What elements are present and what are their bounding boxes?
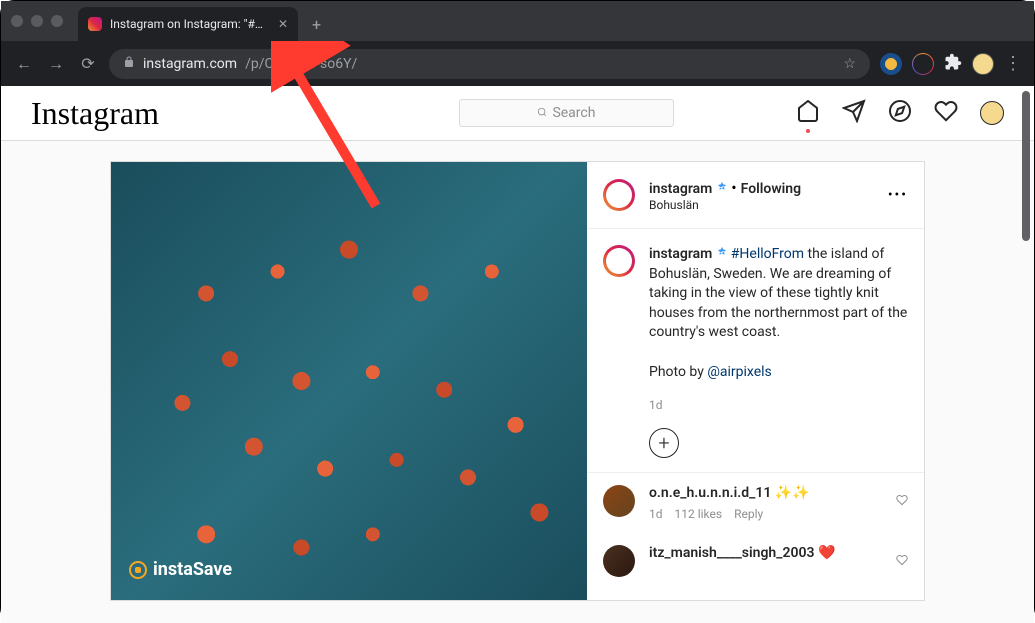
search-icon	[537, 105, 547, 121]
post-author-row: instagram • Following	[649, 178, 801, 197]
close-tab-icon[interactable]: ✕	[278, 17, 288, 31]
post-location[interactable]: Bohuslän	[649, 198, 801, 212]
instagram-logo[interactable]: Instagram	[31, 95, 159, 132]
extension-icon-1[interactable]	[880, 53, 902, 75]
scrollbar-thumb[interactable]	[1022, 91, 1030, 241]
maximize-window[interactable]	[51, 15, 63, 27]
lock-icon	[123, 56, 135, 72]
verified-badge-icon	[716, 247, 731, 261]
profile-icon[interactable]	[972, 53, 994, 75]
instagram-favicon	[88, 17, 102, 31]
url-domain: instagram.com	[143, 56, 237, 72]
post-header: instagram • Following Bohuslän •••	[587, 162, 924, 229]
post-image[interactable]: instaSave	[111, 162, 587, 600]
browser-menu-icon[interactable]: ⋮	[1004, 53, 1022, 74]
browser-chrome: Instagram on Instagram: "#Hel… ✕ + ← → ⟳…	[1, 1, 1034, 86]
back-button[interactable]: ←	[13, 54, 35, 74]
comment-text: ✨✨	[771, 485, 809, 501]
bookmark-star-icon[interactable]: ☆	[843, 56, 856, 72]
extensions-puzzle-icon[interactable]	[944, 53, 962, 75]
browser-tab[interactable]: Instagram on Instagram: "#Hel… ✕	[78, 7, 298, 41]
watermark-text: instaSave	[153, 559, 232, 580]
post-sidebar: instagram • Following Bohuslän ••• insta…	[587, 162, 924, 600]
watermark-icon	[129, 561, 147, 579]
comments-list: o.n.e_h.u.n.n.i.d_11 ✨✨ 1d 112 likes Rep…	[587, 472, 924, 589]
photo-credit-prefix: Photo by	[649, 364, 707, 380]
comment-row: o.n.e_h.u.n.n.i.d_11 ✨✨ 1d 112 likes Rep…	[587, 473, 924, 533]
photo-credit-handle[interactable]: @airpixels	[707, 364, 771, 380]
like-comment-icon[interactable]	[896, 551, 908, 570]
forward-button[interactable]: →	[45, 54, 67, 74]
watermark: instaSave	[129, 559, 232, 580]
comment-avatar[interactable]	[603, 485, 635, 517]
nav-icons	[796, 99, 1004, 127]
comment-time: 1d	[649, 507, 663, 521]
comment-reply[interactable]: Reply	[734, 507, 763, 521]
verified-badge-icon	[716, 182, 731, 196]
comment-username[interactable]: itz_manish____singh_2003	[649, 545, 814, 561]
post-card: instaSave instagram • Following Bohuslän…	[110, 161, 925, 601]
add-button[interactable]: +	[649, 428, 679, 458]
profile-avatar[interactable]	[980, 101, 1004, 125]
activity-heart-icon[interactable]	[934, 99, 958, 127]
instagram-header: Instagram Search	[1, 86, 1034, 141]
like-comment-icon[interactable]	[896, 491, 908, 510]
comment-text: ❤️	[814, 545, 835, 561]
new-tab-button[interactable]: +	[312, 15, 321, 34]
follow-state[interactable]: Following	[741, 181, 801, 197]
search-input[interactable]: Search	[459, 99, 674, 127]
post-options-icon[interactable]: •••	[888, 187, 908, 203]
address-row: ← → ⟳ instagram.com/p/CH5qV6-so6Y/ ☆ ⋮	[1, 41, 1034, 86]
search-placeholder: Search	[552, 105, 595, 121]
post-caption: instagram #HelloFrom the island of Bohus…	[587, 229, 924, 398]
post-time: 1d	[587, 398, 924, 424]
tab-title: Instagram on Instagram: "#Hel…	[110, 17, 270, 31]
messages-icon[interactable]	[842, 99, 866, 127]
caption-hashtag[interactable]: #HelloFrom	[731, 246, 804, 262]
add-button-wrap: +	[587, 424, 924, 472]
notification-dot	[806, 129, 810, 133]
reload-button[interactable]: ⟳	[77, 54, 99, 73]
url-path: /p/CH5qV6-so6Y/	[245, 56, 357, 72]
bullet: •	[731, 178, 740, 197]
tab-bar: Instagram on Instagram: "#Hel… ✕ +	[1, 1, 1034, 41]
minimize-window[interactable]	[31, 15, 43, 27]
address-bar[interactable]: instagram.com/p/CH5qV6-so6Y/ ☆	[109, 49, 870, 79]
caption-author[interactable]: instagram	[649, 246, 712, 262]
content-area: instaSave instagram • Following Bohuslän…	[1, 141, 1034, 623]
scrollbar[interactable]	[1022, 91, 1032, 616]
window-controls	[11, 15, 63, 27]
extension-icon-2[interactable]	[912, 53, 934, 75]
comment-username[interactable]: o.n.e_h.u.n.n.i.d_11	[649, 485, 771, 501]
comment-row: itz_manish____singh_2003 ❤️	[587, 533, 924, 589]
comment-avatar[interactable]	[603, 545, 635, 577]
close-window[interactable]	[11, 15, 23, 27]
explore-icon[interactable]	[888, 99, 912, 127]
caption-author-avatar[interactable]	[603, 245, 635, 277]
comment-likes[interactable]: 112 likes	[675, 507, 723, 521]
post-author-avatar[interactable]	[603, 179, 635, 211]
post-author-username[interactable]: instagram	[649, 181, 712, 197]
comment-meta: 1d 112 likes Reply	[649, 507, 882, 521]
home-icon[interactable]	[796, 99, 820, 127]
